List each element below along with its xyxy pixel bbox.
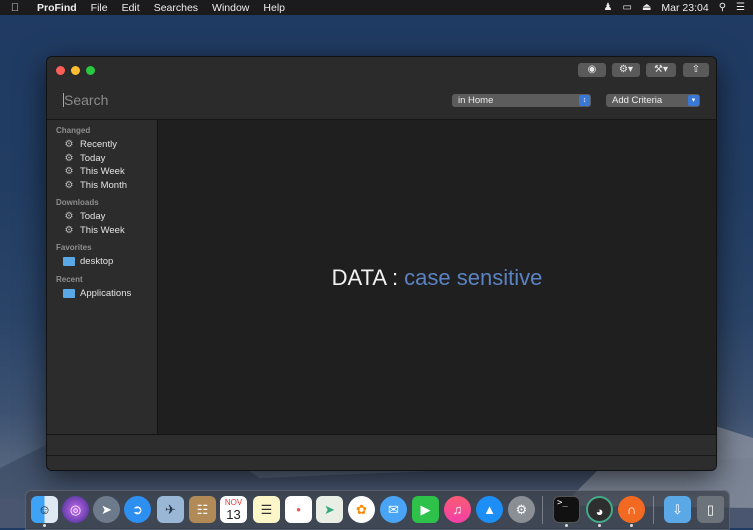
notes-icon[interactable]: ☰ — [253, 496, 280, 523]
gear-icon: ⚙ — [64, 166, 74, 178]
eject-icon[interactable]: ⏏ — [642, 0, 651, 15]
updown-chevron-icon: ↕ — [579, 95, 590, 106]
status-divider — [47, 455, 716, 456]
sidebar-item-this-month[interactable]: ⚙ This Month — [47, 179, 157, 193]
status-bar — [47, 434, 716, 470]
terminal-icon[interactable]: >_ — [553, 496, 580, 523]
menu-bar:  ProFind File Edit Searches Window Help… — [0, 0, 753, 15]
launchpad-icon[interactable]: ➤ — [93, 496, 120, 523]
photos-icon[interactable]: ✿ — [348, 496, 375, 523]
finder-icon[interactable]: ☺ — [31, 496, 58, 523]
menu-app-name[interactable]: ProFind — [30, 2, 84, 14]
calendar-icon[interactable]: NOV 13 — [220, 496, 247, 523]
sidebar-item-this-week[interactable]: ⚙ This Week — [47, 165, 157, 179]
sidebar-section-recent: Recent — [56, 274, 83, 284]
menu-help[interactable]: Help — [256, 2, 292, 14]
gear-icon: ⚙ — [64, 152, 74, 164]
case-sensitive-highlight: case sensitive — [404, 265, 543, 290]
search-input[interactable]: Search — [63, 92, 108, 108]
scope-select-value: in Home — [458, 95, 494, 106]
folder-icon — [63, 257, 75, 267]
calendar-day: 13 — [226, 507, 241, 522]
dock: ☺ ◎ ➤ ➲ ✈ ☷ NOV 13 ☰ • ➤ ✿ ✉ ▶ ♫ ▲ ⚙ >_ … — [25, 490, 730, 530]
gear-icon: ⚙ — [64, 224, 74, 236]
messages-icon[interactable]: ✉ — [380, 496, 407, 523]
activity-monitor-icon[interactable]: ◕ — [586, 496, 613, 523]
results-area: DATA : case sensitive — [158, 120, 716, 434]
apple-icon[interactable]:  — [0, 2, 30, 14]
gear-icon: ⚙ — [64, 179, 74, 191]
downloads-folder-icon[interactable]: ⇩ — [664, 496, 691, 523]
music-icon[interactable]: ♫ — [444, 496, 471, 523]
search-placeholder: Search — [64, 92, 109, 108]
action-gear-button[interactable]: ⚙▾ — [612, 63, 640, 77]
zoom-button[interactable] — [86, 66, 95, 75]
running-indicator — [43, 524, 46, 527]
add-criteria-value: Add Criteria — [612, 95, 663, 106]
running-indicator — [565, 524, 568, 527]
title-bar: ◉ ⚙▾ ⚒▾ ⇧ — [47, 57, 716, 83]
sidebar-section-downloads: Downloads — [56, 198, 99, 207]
tools-button[interactable]: ⚒▾ — [646, 63, 676, 77]
photo-preview-icon[interactable]: ✈ — [157, 496, 184, 523]
profind-window: ◉ ⚙▾ ⚒▾ ⇧ Search in Home ↕ Add Criteria … — [46, 56, 717, 471]
reminders-icon[interactable]: • — [285, 496, 312, 523]
dock-divider — [542, 496, 543, 524]
search-toolbar: Search in Home ↕ Add Criteria ▾ — [47, 83, 716, 120]
share-icon: ⇧ — [691, 64, 701, 75]
chevron-down-icon: ▾ — [688, 95, 699, 106]
menu-searches[interactable]: Searches — [147, 2, 205, 14]
siri-icon[interactable]: ◎ — [62, 496, 89, 523]
eye-icon: ◉ — [587, 64, 597, 75]
safari-icon[interactable]: ➲ — [124, 496, 151, 523]
sidebar-section-changed: Changed — [56, 126, 91, 135]
menu-file[interactable]: File — [84, 2, 115, 14]
sidebar-section-favorites: Favorites — [56, 243, 92, 252]
sidebar-item-downloads-today[interactable]: ⚙ Today — [47, 210, 157, 224]
sidebar-item-applications[interactable]: Applications — [47, 287, 157, 301]
facetime-icon[interactable]: ▶ — [412, 496, 439, 523]
minimize-button[interactable] — [71, 66, 80, 75]
add-criteria-select[interactable]: Add Criteria ▾ — [606, 94, 700, 107]
maps-icon[interactable]: ➤ — [316, 496, 343, 523]
close-button[interactable] — [56, 66, 65, 75]
spotlight-search-icon[interactable]: ⚲ — [719, 0, 726, 15]
trash-icon[interactable]: ▯ — [697, 496, 724, 523]
contacts-icon[interactable]: ☷ — [189, 496, 216, 523]
app-store-icon[interactable]: ▲ — [476, 496, 503, 523]
share-button[interactable]: ⇧ — [683, 63, 709, 77]
menu-window[interactable]: Window — [205, 2, 256, 14]
airplay-icon[interactable]: ▭ — [623, 0, 632, 15]
gear-icon: ⚙▾ — [619, 64, 633, 75]
hammer-icon: ⚒▾ — [654, 64, 668, 75]
sidebar: Changed ⚙ Recently ⚙ Today ⚙ This Week ⚙ Thi… — [47, 120, 158, 434]
gear-icon: ⚙ — [64, 139, 74, 151]
sidebar-item-recently[interactable]: ⚙ Recently — [47, 138, 157, 152]
preview-eye-button[interactable]: ◉ — [578, 63, 606, 77]
system-preferences-icon[interactable]: ⚙ — [508, 496, 535, 523]
scope-select[interactable]: in Home ↕ — [452, 94, 591, 107]
running-indicator — [598, 524, 601, 527]
gear-icon: ⚙ — [64, 211, 74, 223]
user-icon[interactable]: ♟ — [604, 0, 613, 15]
menu-edit[interactable]: Edit — [115, 2, 147, 14]
folder-icon — [63, 288, 75, 298]
sidebar-item-downloads-this-week[interactable]: ⚙ This Week — [47, 224, 157, 238]
profind-app-icon[interactable]: ∩ — [618, 496, 645, 523]
sidebar-item-desktop[interactable]: desktop — [47, 255, 157, 269]
dock-divider — [653, 496, 654, 524]
running-indicator — [630, 524, 633, 527]
notification-center-icon[interactable]: ☰ — [736, 0, 745, 15]
sidebar-item-today[interactable]: ⚙ Today — [47, 152, 157, 166]
empty-state-message: DATA : case sensitive — [331, 265, 543, 290]
menu-clock[interactable]: Mar 23:04 — [661, 2, 708, 14]
